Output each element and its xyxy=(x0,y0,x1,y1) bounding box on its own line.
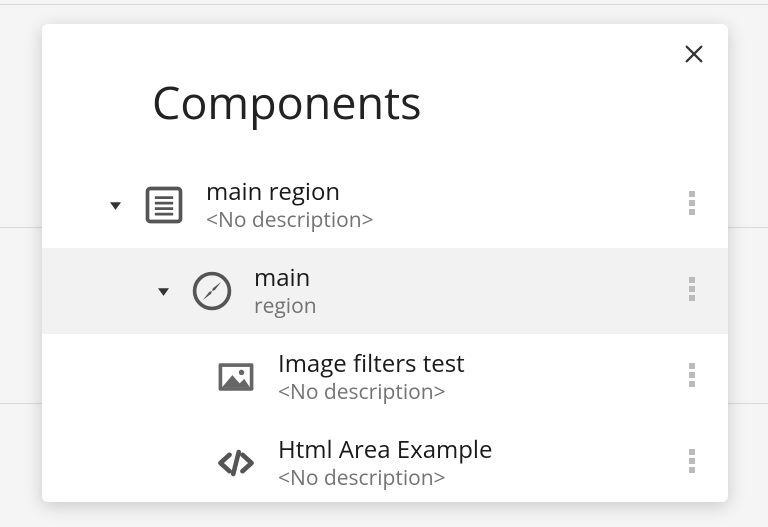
node-menu-button[interactable] xyxy=(678,162,706,248)
chevron-down-icon xyxy=(110,194,121,216)
kebab-icon xyxy=(689,277,695,306)
node-title: Html Area Example xyxy=(278,436,492,464)
document-icon xyxy=(142,183,186,227)
close-icon xyxy=(683,43,705,70)
node-menu-button[interactable] xyxy=(678,420,706,506)
node-subtitle: <No description> xyxy=(206,208,374,232)
panel-title: Components xyxy=(152,72,422,133)
node-subtitle: <No description> xyxy=(278,466,492,490)
node-menu-button[interactable] xyxy=(678,334,706,420)
chevron-down-icon xyxy=(158,280,169,302)
tree-node-html-area-example[interactable]: Html Area Example <No description> xyxy=(42,420,728,506)
tree-node-main-region[interactable]: main region <No description> xyxy=(42,162,728,248)
node-subtitle: region xyxy=(254,294,317,318)
image-icon xyxy=(214,355,258,399)
close-button[interactable] xyxy=(678,40,710,72)
node-labels: Html Area Example <No description> xyxy=(278,436,492,490)
node-title: main region xyxy=(206,178,374,206)
tree-node-image-filters-test[interactable]: Image filters test <No description> xyxy=(42,334,728,420)
expand-toggle[interactable] xyxy=(106,194,124,216)
kebab-icon xyxy=(689,363,695,392)
kebab-icon xyxy=(689,191,695,220)
tree-node-main[interactable]: main region xyxy=(42,248,728,334)
node-menu-button[interactable] xyxy=(678,248,706,334)
component-tree: main region <No description> main reg xyxy=(42,162,728,506)
expand-toggle[interactable] xyxy=(154,280,172,302)
compass-icon xyxy=(190,269,234,313)
background-divider xyxy=(0,4,768,5)
components-panel: Components main region <No description> xyxy=(42,24,728,502)
node-subtitle: <No description> xyxy=(278,380,465,404)
node-title: main xyxy=(254,264,317,292)
kebab-icon xyxy=(689,449,695,478)
node-labels: Image filters test <No description> xyxy=(278,350,465,404)
node-labels: main region <No description> xyxy=(206,178,374,232)
node-labels: main region xyxy=(254,264,317,318)
code-icon xyxy=(214,441,258,485)
node-title: Image filters test xyxy=(278,350,465,378)
